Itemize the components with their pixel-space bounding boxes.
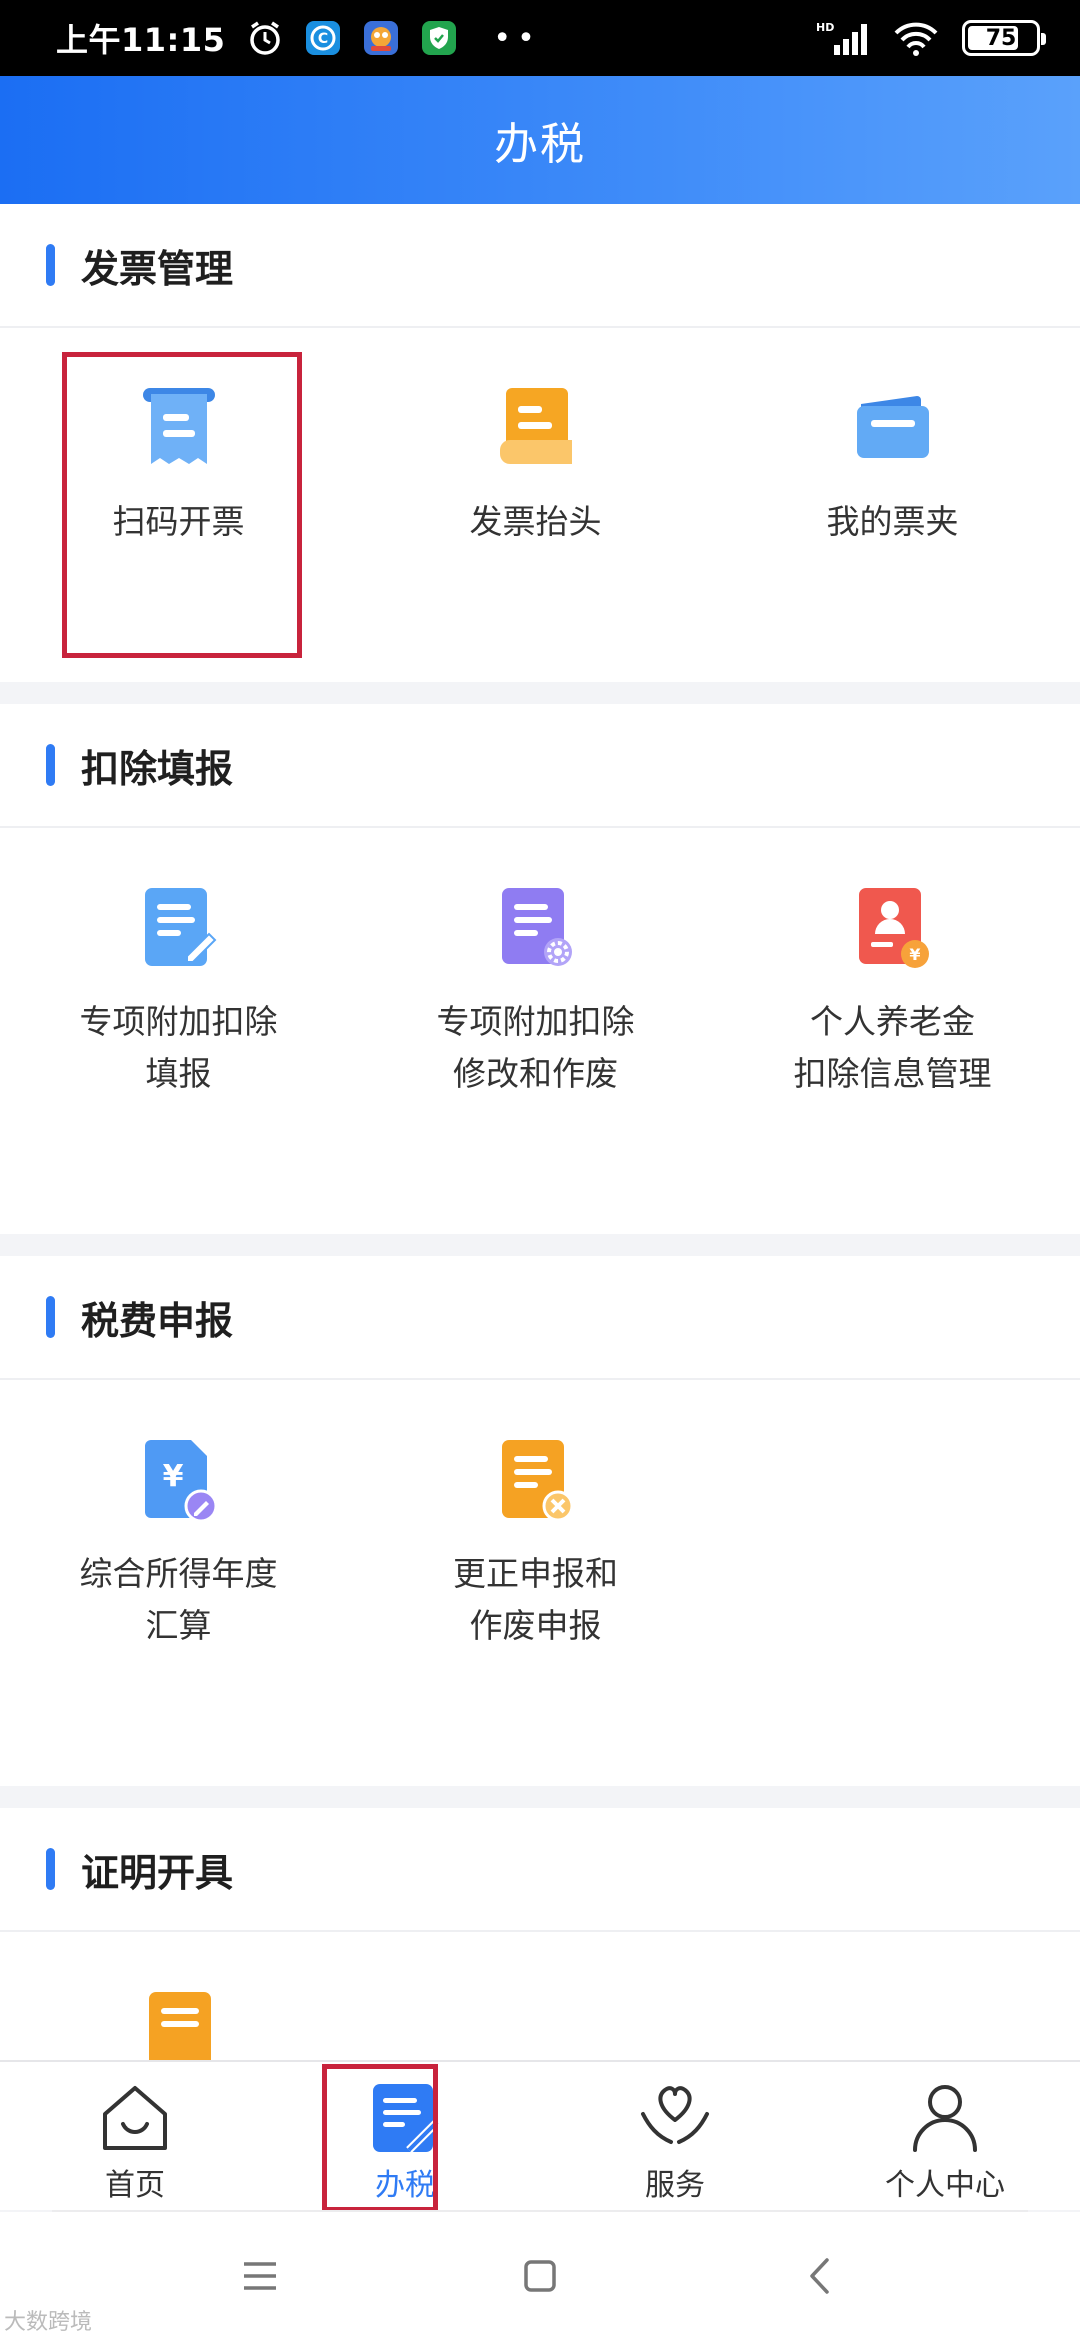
alarm-icon	[245, 18, 285, 58]
document-edit-icon	[144, 888, 216, 966]
invoice-header-icon	[499, 388, 572, 464]
section-title: 发票管理	[81, 246, 234, 291]
item-label: 综合所得年度 汇算	[79, 1554, 278, 1645]
certificate-icon	[148, 1992, 211, 2060]
section-title: 扣除填报	[81, 746, 234, 791]
nav-label: 服务	[645, 2168, 705, 2203]
document-cancel-icon	[501, 1440, 573, 1522]
section-title: 证明开具	[81, 1850, 234, 1895]
page-title: 办税	[494, 119, 586, 170]
nav-tab-tax[interactable]: 办税	[270, 2062, 540, 2212]
watermark: 大数跨境	[4, 2310, 93, 2335]
shield-icon	[419, 18, 459, 58]
signal-icon: HD	[814, 18, 870, 58]
app-notification-icon: C	[303, 18, 343, 58]
section-deduction-filing: 扣除填报 专项附加扣除 填报 专项附加扣除 修改和作废 ¥ 个人养老金 扣除信息…	[0, 704, 1080, 1234]
item-label: 更正申报和 作废申报	[453, 1554, 618, 1645]
item-label: 我的票夹	[826, 502, 959, 541]
battery-icon: 75	[962, 20, 1046, 56]
game-notification-icon	[361, 18, 401, 58]
highlight-box-tax-tab	[322, 2064, 438, 2212]
home-square-icon[interactable]	[515, 2251, 565, 2301]
section-tax-declaration: 税费申报 ¥ 综合所得年度 汇算 更正申报和 作废申报	[0, 352, 1080, 1786]
heart-hands-icon	[641, 2086, 709, 2144]
nav-tab-profile[interactable]: 个人中心	[810, 2062, 1080, 2210]
status-time: 上午11:15	[56, 21, 226, 59]
item-label: 专项附加扣除 填报	[79, 1002, 278, 1093]
menu-icon[interactable]	[235, 2251, 285, 2301]
item-label: 发票抬头	[469, 502, 602, 541]
nav-tab-home[interactable]: 首页	[0, 2062, 270, 2210]
network-type: HD	[816, 21, 834, 34]
header: 办税	[0, 76, 1080, 204]
wifi-icon	[892, 18, 940, 58]
bottom-nav: 首页 办税 服务 个人中心	[0, 2060, 1080, 2212]
document-settings-icon	[501, 888, 572, 966]
more-notifications-icon: ••	[493, 20, 541, 56]
svg-text:¥: ¥	[909, 945, 920, 964]
wallet-icon	[856, 396, 929, 458]
svg-text:¥: ¥	[162, 1459, 183, 1494]
invoice-header-button[interactable]: 发票抬头	[357, 384, 714, 548]
item-label: 专项附加扣除 修改和作废	[436, 1002, 635, 1093]
back-icon[interactable]	[795, 2251, 845, 2301]
main-content[interactable]: 发票管理 扫码开票 发票抬头 我的票夹 扣除填报 专项附加扣除 填报 专项附加扣…	[0, 204, 1080, 2060]
home-icon	[103, 2086, 167, 2150]
section-header: 证明开具	[0, 1808, 1080, 1932]
nav-label: 首页	[105, 2168, 165, 2203]
section-accent-bar	[46, 744, 55, 786]
system-nav-bar	[0, 2212, 1080, 2340]
svg-text:C: C	[318, 31, 328, 47]
special-deduction-modify-button[interactable]: 专项附加扣除 修改和作废	[357, 884, 714, 1100]
section-accent-bar	[46, 1848, 55, 1890]
section-header: 发票管理	[0, 204, 1080, 328]
nav-tab-service[interactable]: 服务	[540, 2062, 810, 2210]
special-deduction-fill-button[interactable]: 专项附加扣除 填报	[0, 884, 357, 1100]
pension-deduction-button[interactable]: ¥ 个人养老金 扣除信息管理	[714, 884, 1071, 1100]
status-bar: 上午11:15 C •• HD 75	[0, 0, 1080, 76]
section-header: 税费申报	[0, 1256, 1080, 1380]
highlight-box-annual-income	[62, 352, 302, 658]
yuan-document-icon: ¥	[144, 1440, 217, 1523]
nav-label: 个人中心	[885, 2168, 1005, 2203]
pension-card-icon: ¥	[858, 888, 929, 968]
correct-void-declaration-button[interactable]: 更正申报和 作废申报	[357, 1436, 714, 1652]
certificate-button[interactable]	[0, 1988, 357, 2060]
battery-level: 75	[985, 25, 1017, 51]
person-icon	[913, 2085, 977, 2152]
section-certificate-issuance: 证明开具	[0, 1808, 1080, 2060]
section-accent-bar	[46, 1296, 55, 1338]
my-ticket-folder-button[interactable]: 我的票夹	[714, 384, 1071, 548]
section-title: 税费申报	[81, 1298, 234, 1343]
section-header: 扣除填报	[0, 704, 1080, 828]
annual-comprehensive-income-button[interactable]: ¥ 综合所得年度 汇算	[0, 1436, 357, 1652]
section-accent-bar	[46, 244, 55, 286]
item-label: 个人养老金 扣除信息管理	[793, 1002, 992, 1093]
